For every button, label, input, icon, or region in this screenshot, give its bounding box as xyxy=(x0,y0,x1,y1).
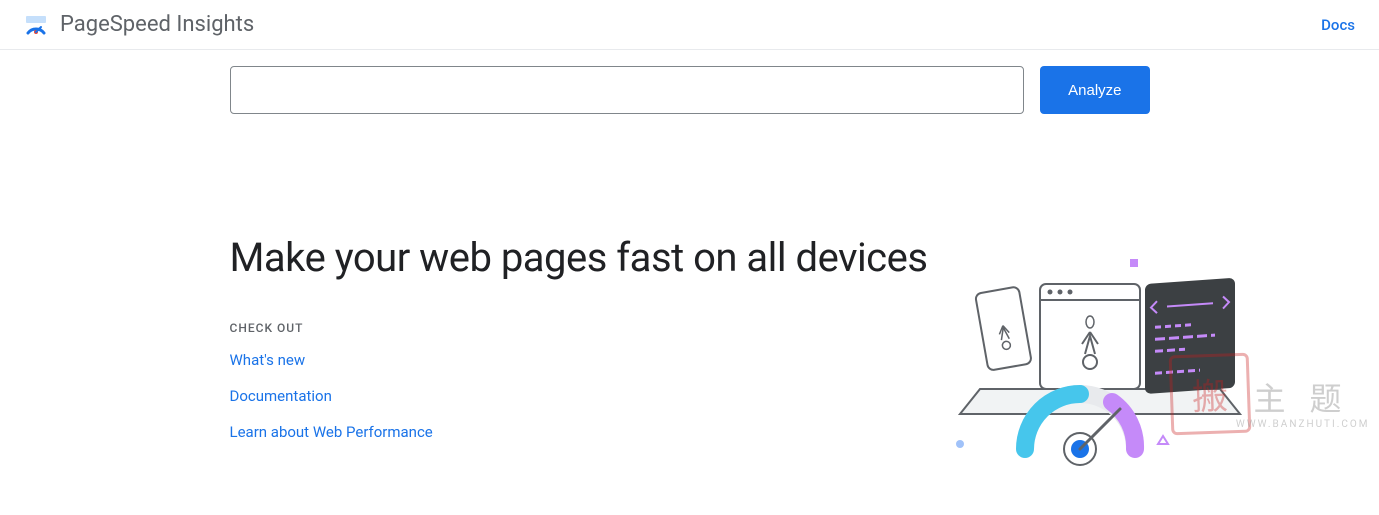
main-content: Analyze Make your web pages fast on all … xyxy=(210,66,1170,441)
pagespeed-logo-icon xyxy=(24,13,48,37)
watermark-chinese: 主 题 xyxy=(1254,374,1350,420)
hero-section: Make your web pages fast on all devices … xyxy=(230,234,1150,441)
url-input[interactable] xyxy=(230,66,1025,114)
analyze-button[interactable]: Analyze xyxy=(1040,66,1149,114)
watermark-url: WWW.BANZHUTI.COM xyxy=(1236,419,1370,430)
search-row: Analyze xyxy=(230,66,1150,114)
docs-link[interactable]: Docs xyxy=(1321,16,1355,34)
header-left: PageSpeed Insights xyxy=(24,12,254,37)
header: PageSpeed Insights Docs xyxy=(0,0,1379,50)
header-title: PageSpeed Insights xyxy=(60,12,254,37)
